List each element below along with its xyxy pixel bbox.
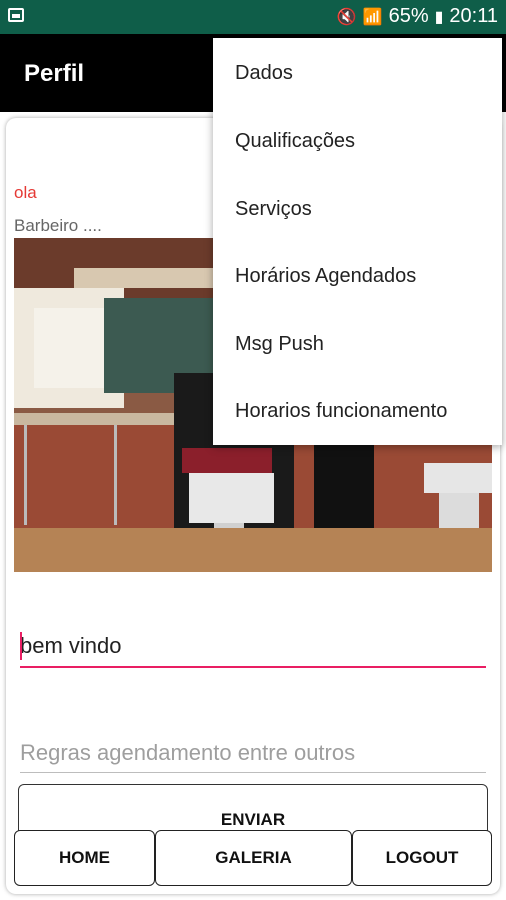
text-cursor (20, 632, 22, 660)
status-bar: 🔇 📶 65% ▮ 20:11 (0, 0, 506, 34)
menu-item-horarios-funcionamento[interactable]: Horarios funcionamento (235, 400, 447, 423)
gallery-label: GALERIA (215, 848, 292, 867)
gallery-button[interactable]: GALERIA (155, 830, 352, 886)
menu-item-servicos[interactable]: Serviços (235, 198, 312, 221)
home-label: HOME (59, 848, 110, 867)
battery-icon: ▮ (434, 8, 444, 26)
greeting-text: ola (14, 183, 37, 202)
overflow-menu: Dados Qualificações Serviços Horários Ag… (213, 38, 502, 445)
rules-placeholder: Regras agendamento entre outros (20, 740, 356, 765)
page-title: Perfil (24, 60, 85, 87)
profile-subtitle: Barbeiro .... (14, 216, 102, 235)
rules-input[interactable]: Regras agendamento entre outros (20, 734, 486, 773)
menu-item-horarios-agendados[interactable]: Horários Agendados (235, 265, 416, 288)
logout-label: LOGOUT (385, 848, 459, 867)
wifi-icon: 📶 (362, 8, 383, 26)
welcome-message-value: bem vindo (20, 633, 122, 658)
logout-button[interactable]: LOGOUT (352, 830, 492, 886)
welcome-message-input[interactable]: bem vindo (20, 626, 486, 668)
battery-percent: 65% (388, 5, 429, 27)
clock: 20:11 (449, 5, 498, 27)
mute-icon: 🔇 (336, 8, 357, 26)
menu-item-msg-push[interactable]: Msg Push (235, 333, 324, 356)
image-icon (8, 8, 24, 22)
menu-item-qualificacoes[interactable]: Qualificações (235, 130, 355, 153)
menu-item-dados[interactable]: Dados (235, 62, 293, 85)
home-button[interactable]: HOME (14, 830, 155, 886)
status-right: 🔇 📶 65% ▮ 20:11 (337, 5, 498, 28)
send-label: ENVIAR (220, 810, 286, 829)
